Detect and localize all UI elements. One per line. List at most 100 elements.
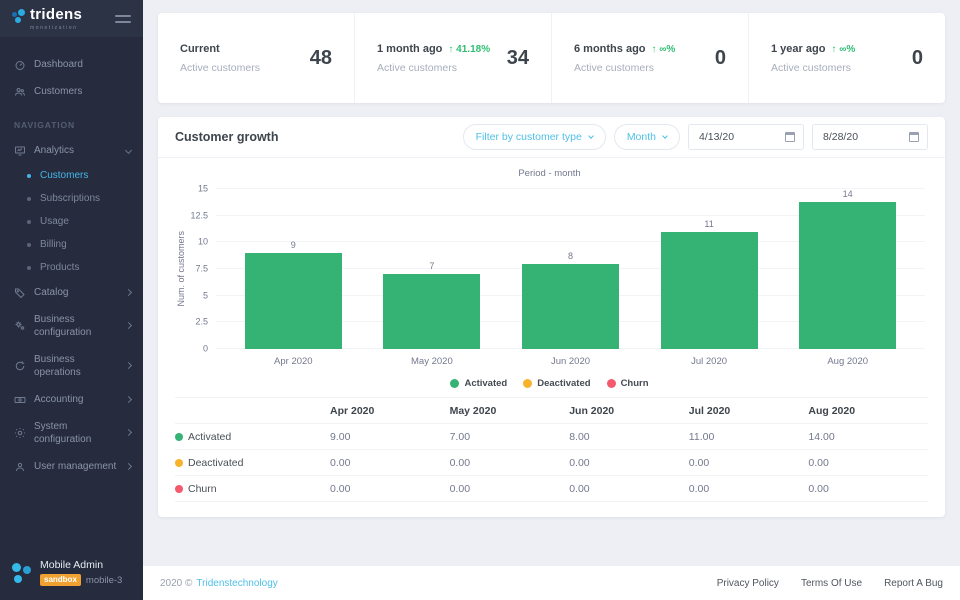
company-link[interactable]: Tridenstechnology: [196, 578, 277, 589]
menu-toggle-icon[interactable]: [115, 12, 131, 26]
report-a-bug-link[interactable]: Report A Bug: [884, 578, 943, 589]
table-cell: 8.00: [569, 424, 689, 450]
bar-group: 7: [363, 189, 502, 349]
stat-value: 34: [507, 47, 529, 70]
brand-subtitle: monetization: [30, 25, 82, 31]
stat-value: 0: [912, 47, 923, 70]
chevron-down-icon: [125, 146, 132, 153]
stat-card-6-months: 6 months ago↑ ∞% Active customers 0: [552, 13, 749, 103]
chevron-right-icon: [125, 462, 132, 469]
sidebar-subitem-label: Billing: [40, 239, 67, 250]
users-icon: [14, 86, 26, 98]
sidebar-subitem-label: Products: [40, 262, 79, 273]
bar-value-label: 8: [568, 251, 573, 261]
terms-of-use-link[interactable]: Terms Of Use: [801, 578, 862, 589]
sidebar-item-business-configuration[interactable]: Business configuration: [0, 306, 143, 346]
stat-sublabel: Active customers: [574, 62, 675, 74]
sidebar-item-label: Dashboard: [34, 58, 117, 71]
chevron-right-icon: [125, 395, 132, 402]
chart-title: Period - month: [174, 168, 925, 179]
period-filter-dropdown[interactable]: Month: [614, 124, 680, 150]
series-dot-icon: [175, 485, 183, 493]
sidebar-item-customers[interactable]: Customers: [0, 78, 143, 105]
user-avatar-dots-icon: [12, 562, 32, 584]
legend-marker-icon: [523, 379, 532, 388]
customer-growth-panel: Customer growth Filter by customer type …: [158, 117, 945, 517]
chevron-right-icon: [125, 362, 132, 369]
sidebar-header: tridens monetization: [0, 0, 143, 37]
bar-group: 11: [640, 189, 779, 349]
sidebar-user[interactable]: Mobile Admin sandbox mobile-3: [0, 547, 143, 600]
x-axis-label: Apr 2020: [224, 356, 363, 367]
chart-plot: 9781114: [216, 189, 925, 349]
date-to-field: [812, 124, 928, 150]
bar-activated: [383, 274, 480, 349]
legend-label: Deactivated: [537, 378, 590, 389]
table-cell: 0.00: [450, 450, 570, 476]
sidebar-item-accounting[interactable]: Accounting: [0, 386, 143, 413]
sidebar-item-label: Business configuration: [34, 313, 117, 339]
legend-item-churn[interactable]: Churn: [607, 378, 649, 389]
table-corner-cell: [175, 398, 330, 424]
table-column-header: Jul 2020: [689, 398, 809, 424]
row-label-text: Deactivated: [188, 457, 243, 469]
sidebar-item-label: Catalog: [34, 286, 117, 299]
table-cell: 0.00: [569, 476, 689, 502]
stat-value: 0: [715, 47, 726, 70]
sidebar-subitem-customers[interactable]: Customers: [0, 164, 143, 187]
series-dot-icon: [175, 433, 183, 441]
calendar-icon: [909, 132, 919, 142]
calendar-button[interactable]: [901, 125, 927, 149]
table-cell: 0.00: [330, 450, 450, 476]
chevron-down-icon: [662, 133, 668, 139]
sidebar-item-system-configuration[interactable]: System configuration: [0, 413, 143, 453]
table-column-header: Aug 2020: [808, 398, 928, 424]
calendar-button[interactable]: [777, 125, 803, 149]
table-cell: 0.00: [808, 476, 928, 502]
bar-group: 9: [224, 189, 363, 349]
sidebar-subitem-subscriptions[interactable]: Subscriptions: [0, 187, 143, 210]
table-row-label: Activated: [175, 424, 330, 450]
sidebar-item-business-operations[interactable]: Business operations: [0, 346, 143, 386]
stat-value: 48: [310, 47, 332, 70]
recycle-icon: [14, 360, 26, 372]
bar-group: 8: [501, 189, 640, 349]
sidebar-item-dashboard[interactable]: Dashboard: [0, 51, 143, 78]
stat-title: 6 months ago: [574, 43, 646, 55]
privacy-policy-link[interactable]: Privacy Policy: [717, 578, 779, 589]
sidebar-subitem-label: Subscriptions: [40, 193, 100, 204]
environment-name: mobile-3: [86, 575, 122, 586]
sidebar-item-catalog[interactable]: Catalog: [0, 279, 143, 306]
legend-marker-icon: [450, 379, 459, 388]
y-axis-tick: 0: [203, 345, 208, 354]
sidebar-item-user-management[interactable]: User management: [0, 453, 143, 480]
calendar-icon: [785, 132, 795, 142]
growth-table: Apr 2020May 2020Jun 2020Jul 2020Aug 2020…: [175, 397, 928, 502]
legend-item-activated[interactable]: Activated: [450, 378, 507, 389]
brand-name: tridens: [30, 7, 82, 22]
table-cell: 9.00: [330, 424, 450, 450]
legend-item-deactivated[interactable]: Deactivated: [523, 378, 590, 389]
chart-plot-column: 9781114 Apr 2020May 2020Jun 2020Jul 2020…: [216, 189, 925, 367]
x-axis-label: Jun 2020: [501, 356, 640, 367]
date-from-input[interactable]: [689, 131, 777, 143]
sidebar-subitem-products[interactable]: Products: [0, 256, 143, 279]
table-row-label: Churn: [175, 476, 330, 502]
copyright-text: 2020 ©: [160, 578, 192, 589]
sidebar-item-analytics[interactable]: Analytics: [0, 137, 143, 164]
date-to-input[interactable]: [813, 131, 901, 143]
sidebar-subitem-billing[interactable]: Billing: [0, 233, 143, 256]
filter-label: Month: [627, 131, 656, 143]
sidebar-subitem-usage[interactable]: Usage: [0, 210, 143, 233]
y-axis-tick: 7.5: [195, 265, 208, 274]
y-axis-tick: 15: [198, 185, 208, 194]
x-axis-label: Aug 2020: [778, 356, 917, 367]
sidebar-item-label: User management: [34, 460, 117, 473]
brand-logo[interactable]: tridens monetization: [12, 7, 82, 31]
chart-yaxis: 02.557.51012.515: [188, 189, 216, 349]
stat-change: ↑ ∞%: [831, 44, 855, 55]
legend-label: Churn: [621, 378, 649, 389]
table-cell: 0.00: [450, 476, 570, 502]
customer-type-filter-dropdown[interactable]: Filter by customer type: [463, 124, 606, 150]
bar-chart: Period - month Num. of customers 02.557.…: [158, 158, 945, 389]
